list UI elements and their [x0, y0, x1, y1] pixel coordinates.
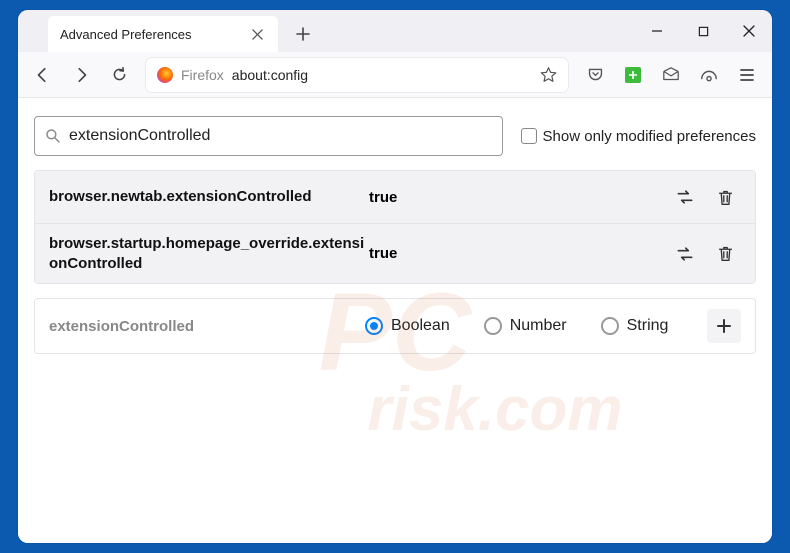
pref-row: browser.newtab.extensionControlled true: [35, 171, 755, 223]
url-text: about:config: [232, 67, 308, 83]
new-pref-row: extensionControlled Boolean Number Strin…: [34, 298, 756, 354]
reload-button[interactable]: [102, 58, 136, 92]
firefox-logo-icon: [157, 67, 173, 83]
add-pref-button[interactable]: [707, 309, 741, 343]
back-button[interactable]: [26, 58, 60, 92]
watermark-bottom: risk.com: [367, 382, 622, 438]
account-icon[interactable]: [692, 58, 726, 92]
close-icon[interactable]: [248, 25, 266, 43]
minimize-button[interactable]: [634, 10, 680, 52]
radio-icon: [365, 317, 383, 335]
nav-toolbar: Firefox about:config: [18, 52, 772, 98]
search-row: Show only modified preferences: [34, 116, 756, 156]
url-bar[interactable]: Firefox about:config: [146, 58, 568, 92]
radio-label: Number: [510, 317, 567, 335]
extension-icon[interactable]: [616, 58, 650, 92]
radio-icon: [484, 317, 502, 335]
pref-value: true: [369, 189, 669, 206]
pref-search-input[interactable]: [69, 127, 492, 145]
menu-button[interactable]: [730, 58, 764, 92]
mail-icon[interactable]: [654, 58, 688, 92]
radio-string[interactable]: String: [601, 317, 669, 335]
show-modified-checkbox[interactable]: Show only modified preferences: [521, 128, 756, 145]
new-tab-button[interactable]: [288, 19, 318, 49]
pref-row: browser.startup.homepage_override.extens…: [35, 223, 755, 283]
delete-button[interactable]: [709, 181, 741, 213]
pref-name: browser.newtab.extensionControlled: [49, 187, 369, 207]
window-controls: [634, 10, 772, 52]
new-pref-name: extensionControlled: [49, 318, 349, 335]
radio-boolean[interactable]: Boolean: [365, 317, 450, 335]
tab-title: Advanced Preferences: [60, 27, 248, 42]
radio-label: Boolean: [391, 317, 450, 335]
pref-value: true: [369, 245, 669, 262]
forward-button[interactable]: [64, 58, 98, 92]
pref-name: browser.startup.homepage_override.extens…: [49, 234, 369, 273]
maximize-button[interactable]: [680, 10, 726, 52]
toggle-button[interactable]: [669, 238, 701, 270]
browser-tab[interactable]: Advanced Preferences: [48, 16, 278, 52]
titlebar: Advanced Preferences: [18, 10, 772, 52]
type-radio-group: Boolean Number String: [365, 317, 691, 335]
radio-label: String: [627, 317, 669, 335]
window-close-button[interactable]: [726, 10, 772, 52]
url-scheme-label: Firefox: [181, 67, 224, 83]
browser-window: Advanced Preferences: [18, 10, 772, 543]
checkbox-label: Show only modified preferences: [543, 128, 756, 145]
pref-list: browser.newtab.extensionControlled true …: [34, 170, 756, 284]
pocket-icon[interactable]: [578, 58, 612, 92]
search-icon: [45, 128, 61, 144]
radio-number[interactable]: Number: [484, 317, 567, 335]
checkbox-icon: [521, 128, 537, 144]
toggle-button[interactable]: [669, 181, 701, 213]
bookmark-star-icon[interactable]: [540, 66, 557, 83]
pref-search-box[interactable]: [34, 116, 503, 156]
page-content: Show only modified preferences browser.n…: [18, 98, 772, 543]
radio-icon: [601, 317, 619, 335]
delete-button[interactable]: [709, 238, 741, 270]
